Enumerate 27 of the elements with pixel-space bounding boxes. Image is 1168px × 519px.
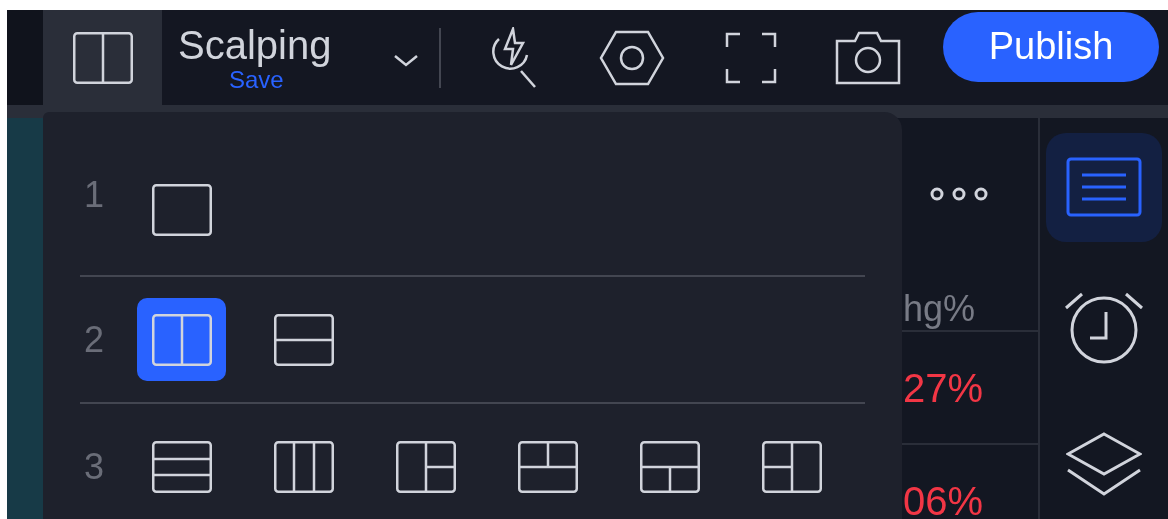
publish-button[interactable]: Publish bbox=[943, 11, 1159, 82]
change-value: 27% bbox=[903, 365, 984, 410]
layout-icon bbox=[517, 440, 578, 493]
more-icon[interactable] bbox=[929, 186, 989, 202]
layout-icon bbox=[151, 313, 212, 366]
layout-icon bbox=[273, 313, 334, 366]
fullscreen-icon[interactable] bbox=[725, 31, 777, 84]
column-header: hg% bbox=[903, 288, 976, 330]
hexagon-settings-icon[interactable] bbox=[599, 29, 665, 86]
layout-icon bbox=[395, 440, 456, 493]
layout-name[interactable]: Scalping bbox=[178, 22, 353, 67]
row-number: 3 bbox=[83, 444, 106, 489]
row-number: 1 bbox=[83, 173, 106, 217]
layers-icon bbox=[1066, 431, 1142, 498]
layout-icon bbox=[639, 440, 700, 493]
layout-icon bbox=[761, 440, 822, 493]
row-number: 2 bbox=[83, 317, 106, 362]
layout-button[interactable] bbox=[43, 10, 162, 105]
save-link[interactable]: Save bbox=[229, 66, 353, 93]
change-value: 06% bbox=[903, 478, 984, 519]
layout-icon bbox=[151, 440, 212, 493]
two-column-layout-icon bbox=[72, 31, 133, 84]
layout-icon bbox=[273, 440, 334, 493]
layout-icon bbox=[151, 183, 212, 236]
chevron-down-icon[interactable] bbox=[393, 53, 419, 68]
camera-icon[interactable] bbox=[835, 30, 901, 85]
list-icon bbox=[1066, 157, 1142, 218]
